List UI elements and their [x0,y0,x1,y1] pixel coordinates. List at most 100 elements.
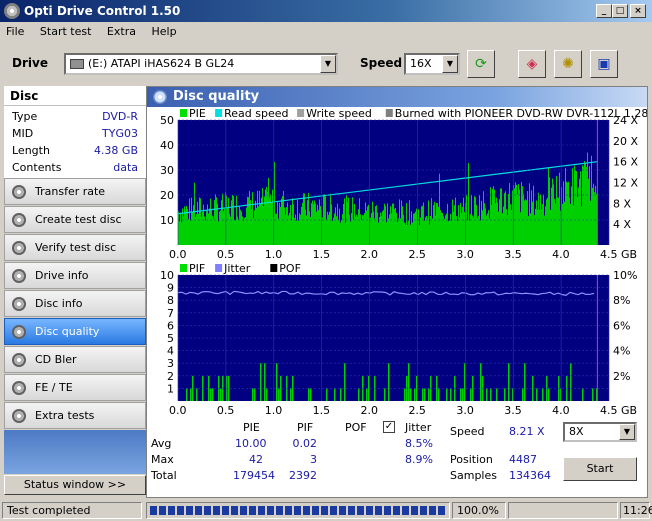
pie-bar [344,198,345,245]
pif-bar [508,363,510,401]
pie-bar [205,220,206,245]
pie-bar [531,190,532,245]
sidebar: Disc Type DVD-R MID TYG03 Length 4.38 GB Co… [4,86,146,498]
pie-bar [580,171,581,245]
pie-bar [182,208,183,245]
pif-x-tick-label: 4.0 [552,404,570,417]
nav-fe-te[interactable]: FE / TE [4,374,146,401]
pie-bar [353,219,354,245]
pie-bar [444,218,445,245]
jitter-checkbox[interactable]: ✓ [383,421,395,433]
pie-bar [193,205,194,245]
pif-bar [548,388,550,401]
pie-bar [520,212,521,245]
menu-start-test[interactable]: Start test [34,22,98,41]
pif-x-tick-label: 2.5 [408,404,426,417]
pie-bar [355,216,356,245]
pie-bar [309,211,310,245]
disc-icon [12,353,26,367]
disc-quality-panel: Disc quality PIE Read speed Write speed Bur… [146,86,648,498]
pie-bar [313,204,314,245]
disc-mid-key: MID [12,127,34,140]
save-button[interactable]: ▣ [590,50,618,78]
pie-bar [588,178,589,245]
maximize-button[interactable]: □ [612,4,628,18]
pie-bar [242,216,243,245]
pie-bar [243,220,244,245]
nav-create-test-disc[interactable]: Create test disc [4,206,146,233]
pif-bar [462,388,464,401]
pie-bar [482,210,483,245]
pif-bar [192,375,194,401]
start-button[interactable]: Start [563,457,637,481]
disc-icon [12,213,26,227]
progress-percent: 100.0% [452,502,506,519]
pie-bar [356,214,357,245]
menu-file[interactable]: File [0,22,30,41]
pie-bar [340,222,341,245]
pie-bar [215,194,216,245]
pie-bar [538,192,539,245]
pie-bar [294,218,295,245]
pif-x-tick-label: 0.5 [217,404,235,417]
pie-bar [343,203,344,245]
nav-verify-test-disc[interactable]: Verify test disc [4,234,146,261]
pie-bar [410,224,411,245]
nav-drive-info[interactable]: Drive info [4,262,146,289]
status-window-button[interactable]: Status window >> [4,475,146,495]
pie-bar [383,209,384,245]
pif-bar [524,363,526,401]
pif-bar [186,388,188,401]
pie-bar [379,216,380,245]
pie-bar [433,205,434,245]
pif-bar [340,388,342,401]
disc-icon [12,409,26,423]
nav-transfer-rate[interactable]: Transfer rate [4,178,146,205]
erase-button[interactable]: ◈ [518,50,546,78]
nav-disc-quality[interactable]: Disc quality [4,318,146,345]
pie-bar [181,222,182,245]
menu-help[interactable]: Help [145,22,182,41]
close-button[interactable]: × [630,4,646,18]
pie-bar [190,220,191,245]
menu-extra[interactable]: Extra [101,22,142,41]
pie-bar [415,211,416,245]
pie-bar [587,152,588,245]
pie-bar [540,194,541,245]
pie-bar [581,206,582,245]
pie-x-tick-label: 1.5 [313,248,331,261]
pie-bar [463,197,464,245]
minimize-button[interactable]: _ [596,4,612,18]
pie-bar [292,198,293,245]
nav-disc-info[interactable]: Disc info [4,290,146,317]
pie-bar [507,214,508,245]
pif-bar [280,375,282,401]
pie-x-tick-label: 3.0 [456,248,474,261]
pif-bar [254,388,256,401]
pie-bar [281,198,282,245]
pie-bar [509,183,510,245]
pie-bar [464,211,465,245]
speed-select[interactable]: 16X ▼ [404,53,460,75]
position-label: Position [450,453,493,466]
pie-bar [335,207,336,245]
pie-bar [389,214,390,245]
refresh-button[interactable]: ⟳ [467,50,495,78]
pif-y2-tick-label: 6% [613,319,630,332]
drive-select[interactable]: (E:) ATAPI iHAS624 B GL24 ▼ [64,53,338,75]
nav-extra-tests[interactable]: Extra tests [4,402,146,429]
pif-bar [404,388,406,401]
nav-cd-bler[interactable]: CD Bler [4,346,146,373]
chevron-down-icon: ▼ [619,424,635,440]
pie-bar [311,203,312,245]
pie-bar [596,193,597,245]
pif-y2-tick-label: 4% [613,345,630,358]
disc-icon [12,241,26,255]
test-speed-select[interactable]: 8X ▼ [563,422,637,442]
pie-bar [347,202,348,245]
pif-bar [308,388,310,401]
pie-bar [285,214,286,245]
pie-bar [420,217,421,245]
settings-button[interactable]: ✺ [554,50,582,78]
pie-bar [432,218,433,245]
